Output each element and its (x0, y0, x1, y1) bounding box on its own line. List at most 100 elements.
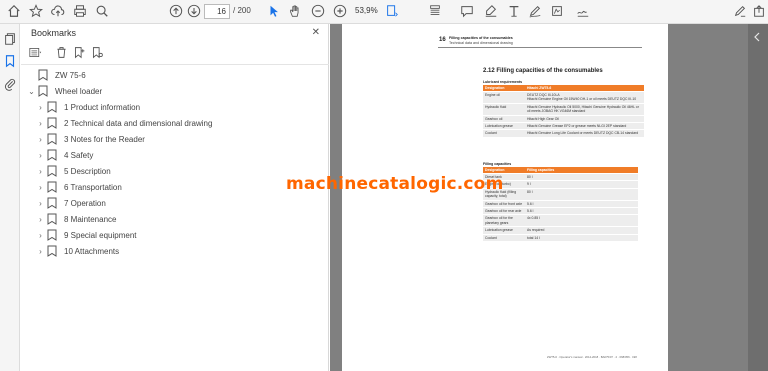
find-bookmark-icon[interactable] (91, 46, 105, 60)
close-icon[interactable]: ✕ (312, 27, 320, 38)
bookmark-icon (47, 165, 59, 177)
expand-icon[interactable]: › (36, 135, 45, 144)
document-viewer[interactable]: 16 Filling capacities of the consumables… (330, 24, 768, 371)
bookmark-label: 1 Product information (64, 102, 141, 112)
zoom-in-icon[interactable] (332, 3, 348, 19)
expand-icon[interactable]: › (36, 231, 45, 240)
bookmark-label: 10 Attachments (64, 246, 120, 256)
bookmark-icon (47, 149, 59, 161)
expand-icon[interactable]: › (36, 103, 45, 112)
cloud-upload-icon[interactable] (50, 3, 66, 19)
bookmarks-title: Bookmarks (31, 28, 77, 38)
lubricant-table: Designation Hitachi ZW75-6 Engine oil DEU… (483, 85, 644, 137)
bookmark-item-product-information[interactable]: › 1 Product information (36, 100, 140, 114)
tools-strip (748, 24, 768, 371)
expand-icon[interactable]: › (36, 183, 45, 192)
bookmark-item-attachments[interactable]: › 10 Attachments (36, 244, 119, 258)
bookmark-icon (47, 117, 59, 129)
bookmark-item-notes-reader[interactable]: › 3 Notes for the Reader (36, 132, 145, 146)
zoom-level[interactable]: 53,9% (355, 4, 385, 19)
page-number-input[interactable]: 16 (204, 4, 230, 19)
sign-pen-icon[interactable] (732, 3, 748, 19)
bookmark-item-safety[interactable]: › 4 Safety (36, 148, 93, 162)
page-number: 16 (439, 37, 446, 43)
options-menu-icon[interactable] (29, 46, 43, 60)
section-heading: 2.12 Filling capacities of the consumabl… (483, 68, 603, 74)
row-value: DEUTZ DQC III-10LA Hitachi Genuine Engine… (525, 91, 644, 104)
expand-icon[interactable]: › (36, 151, 45, 160)
bookmark-label: 2 Technical data and dimensional drawing (64, 118, 213, 128)
bookmark-item-transportation[interactable]: › 6 Transportation (36, 180, 122, 194)
bookmark-item-description[interactable]: › 5 Description (36, 164, 111, 178)
row-value: 4x 0.85 l (525, 214, 638, 227)
bookmark-label: 6 Transportation (64, 182, 122, 192)
table-row: Hydraulic fluid (filling capacity, total… (483, 187, 638, 201)
bookmark-label: Wheel loader (55, 86, 103, 96)
hand-tool-icon[interactable] (287, 3, 303, 19)
table-row: Coolant total 14 l (483, 233, 638, 242)
next-page-icon[interactable] (186, 3, 202, 19)
bookmark-item-maintenance[interactable]: › 8 Maintenance (36, 212, 116, 226)
expand-icon[interactable]: › (36, 247, 45, 256)
new-bookmark-icon[interactable] (73, 46, 87, 60)
bookmark-label: 9 Special equipment (64, 230, 137, 240)
row-value: Hitachi Genuine Long Life Coolant or mee… (525, 129, 644, 137)
previous-page-icon[interactable] (168, 3, 184, 19)
row-designation: Engine oil (483, 91, 525, 104)
comment-icon[interactable] (459, 3, 475, 19)
page-total: / 200 (233, 6, 251, 15)
bookmark-label: 7 Operation (64, 198, 106, 208)
print-icon[interactable] (72, 3, 88, 19)
page-thumbnails-icon[interactable] (3, 32, 17, 46)
watermark-text: machinecatalogic.com (286, 174, 504, 194)
fit-page-icon[interactable] (384, 3, 400, 19)
bookmark-icon (47, 245, 59, 257)
sign-icon[interactable] (575, 3, 591, 19)
bookmark-item-zw75[interactable]: ZW 75-6 (27, 68, 86, 82)
table-row: Gearbox oil for front axle 5.6 l (483, 199, 638, 208)
table-row: Gearbox oil for rear axle 5.6 l (483, 207, 638, 215)
home-icon[interactable] (6, 3, 22, 19)
scroll-mode-icon[interactable] (427, 3, 443, 19)
expand-icon[interactable]: › (36, 167, 45, 176)
capacities-heading: Filling capacities (483, 162, 512, 166)
stamp-icon[interactable] (549, 3, 565, 19)
expand-icon[interactable]: › (36, 215, 45, 224)
bookmark-item-operation[interactable]: › 7 Operation (36, 196, 106, 210)
table-row: Lubrication grease Hitachi Genuine Grease… (483, 122, 644, 130)
bookmark-icon (47, 229, 59, 241)
row-designation: Gearbox oil (483, 114, 525, 123)
lubricant-heading: Lubricant requirements (483, 80, 523, 84)
select-cursor-icon[interactable] (266, 3, 282, 19)
expand-panel-icon[interactable] (752, 30, 764, 42)
bookmark-item-wheel-loader[interactable]: ⌄ Wheel loader (27, 84, 102, 98)
bookmark-panel-icon[interactable] (3, 54, 17, 68)
search-icon[interactable] (94, 3, 110, 19)
bookmark-item-special-equipment[interactable]: › 9 Special equipment (36, 228, 137, 242)
delete-bookmark-icon[interactable] (55, 46, 69, 60)
bookmark-icon (47, 197, 59, 209)
attachments-icon[interactable] (3, 77, 17, 91)
row-value: Hitachi Genuine Hydraulic Oil 5000, Hita… (525, 102, 644, 116)
bookmark-label: 4 Safety (64, 150, 94, 160)
table-row: Gearbox oil Hitachi High Gear Oil (483, 114, 644, 123)
bookmarks-panel: Bookmarks ✕ ZW 75-6 ⌄ Wheel loader › 1 P… (21, 24, 329, 371)
zoom-out-icon[interactable] (310, 3, 326, 19)
collapse-icon[interactable]: ⌄ (27, 87, 36, 96)
running-header-title: Filling capacities of the consumables (449, 36, 513, 40)
expand-icon[interactable]: › (36, 119, 45, 128)
share-icon[interactable] (751, 3, 767, 19)
table-row: Gearbox oil for the planetary gears 4x 0.… (483, 214, 638, 227)
star-icon[interactable] (28, 3, 44, 19)
bookmark-icon (47, 213, 59, 225)
bookmark-item-technical-data[interactable]: › 2 Technical data and dimensional drawi… (36, 116, 212, 130)
text-tool-icon[interactable] (506, 3, 522, 19)
table-row: Hydraulic fluid Hitachi Genuine Hydraulic… (483, 102, 644, 116)
highlight-icon[interactable] (483, 3, 499, 19)
draw-tool-icon[interactable] (527, 3, 543, 19)
divider (21, 64, 329, 65)
row-designation: Lubrication grease (483, 122, 525, 130)
expand-icon[interactable]: › (36, 199, 45, 208)
row-value: 80 l (525, 187, 638, 201)
table-row: Engine oil (turbo) 9 l (483, 180, 638, 189)
